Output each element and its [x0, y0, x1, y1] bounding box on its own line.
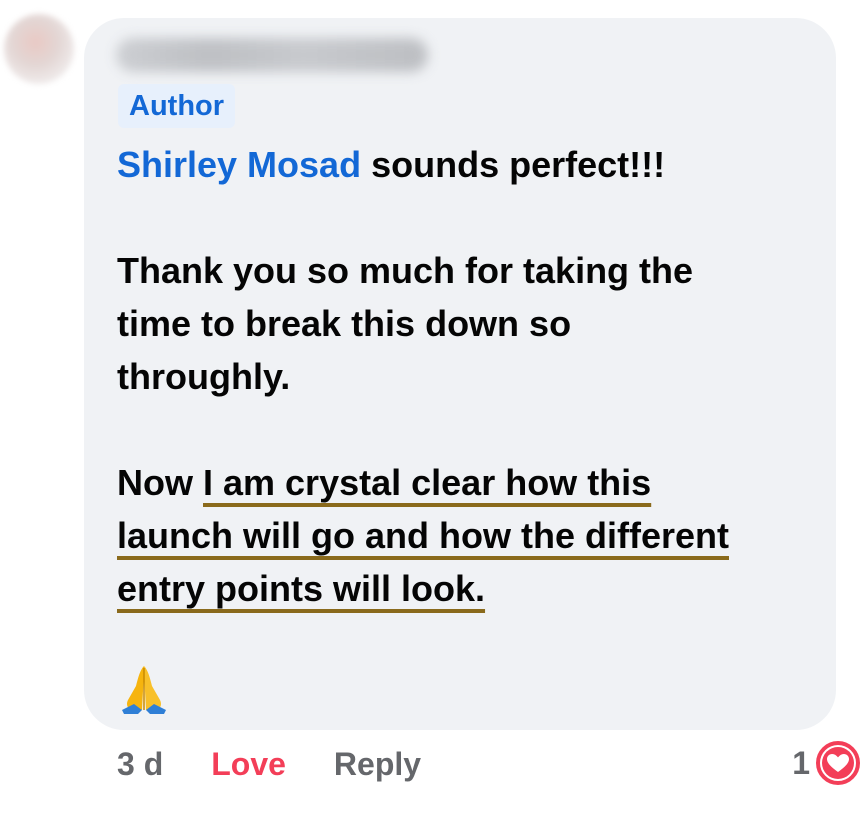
- underlined-text-1: I am crystal clear how this: [203, 462, 652, 503]
- comment-paragraph-2-line-3: throughly.: [117, 356, 291, 397]
- comment-line-1-text: sounds perfect!!!: [361, 144, 666, 185]
- mention-link[interactable]: Shirley Mosad: [117, 144, 361, 185]
- author-name-blurred[interactable]: [116, 38, 428, 72]
- reaction-count: 1: [792, 744, 810, 781]
- comment-paragraph-2-line-2: time to break this down so: [117, 303, 572, 344]
- author-badge: Author: [118, 84, 236, 128]
- underlined-text-3: entry points will look.: [117, 568, 486, 609]
- underlined-text-2: launch will go and how the different: [117, 515, 729, 556]
- comment-text: Shirley Mosad sounds perfect!!! Thank yo…: [117, 138, 817, 615]
- comment-timestamp[interactable]: 3 d: [117, 746, 163, 783]
- avatar[interactable]: [4, 14, 74, 84]
- comment-paragraph-3-line-1: Now I am crystal clear how this: [117, 456, 817, 509]
- comment-line-1: Shirley Mosad sounds perfect!!!: [117, 138, 817, 191]
- comment-screen: Author Shirley Mosad sounds perfect!!! T…: [0, 0, 866, 814]
- folded-hands-icon: [122, 666, 166, 714]
- comment-actions: 3 d Love Reply: [117, 742, 421, 786]
- love-reaction-button[interactable]: Love: [211, 746, 286, 783]
- comment-paragraph-3-line-3: entry points will look.: [117, 562, 817, 615]
- comment-paragraph-3-line-2: launch will go and how the different: [117, 509, 817, 562]
- reply-button[interactable]: Reply: [334, 746, 421, 783]
- reaction-summary[interactable]: 1: [792, 738, 860, 788]
- heart-icon: [816, 741, 860, 785]
- comment-paragraph-2-line-1: Thank you so much for taking the: [117, 250, 694, 291]
- comment-paragraph-3-prefix: Now: [117, 462, 203, 503]
